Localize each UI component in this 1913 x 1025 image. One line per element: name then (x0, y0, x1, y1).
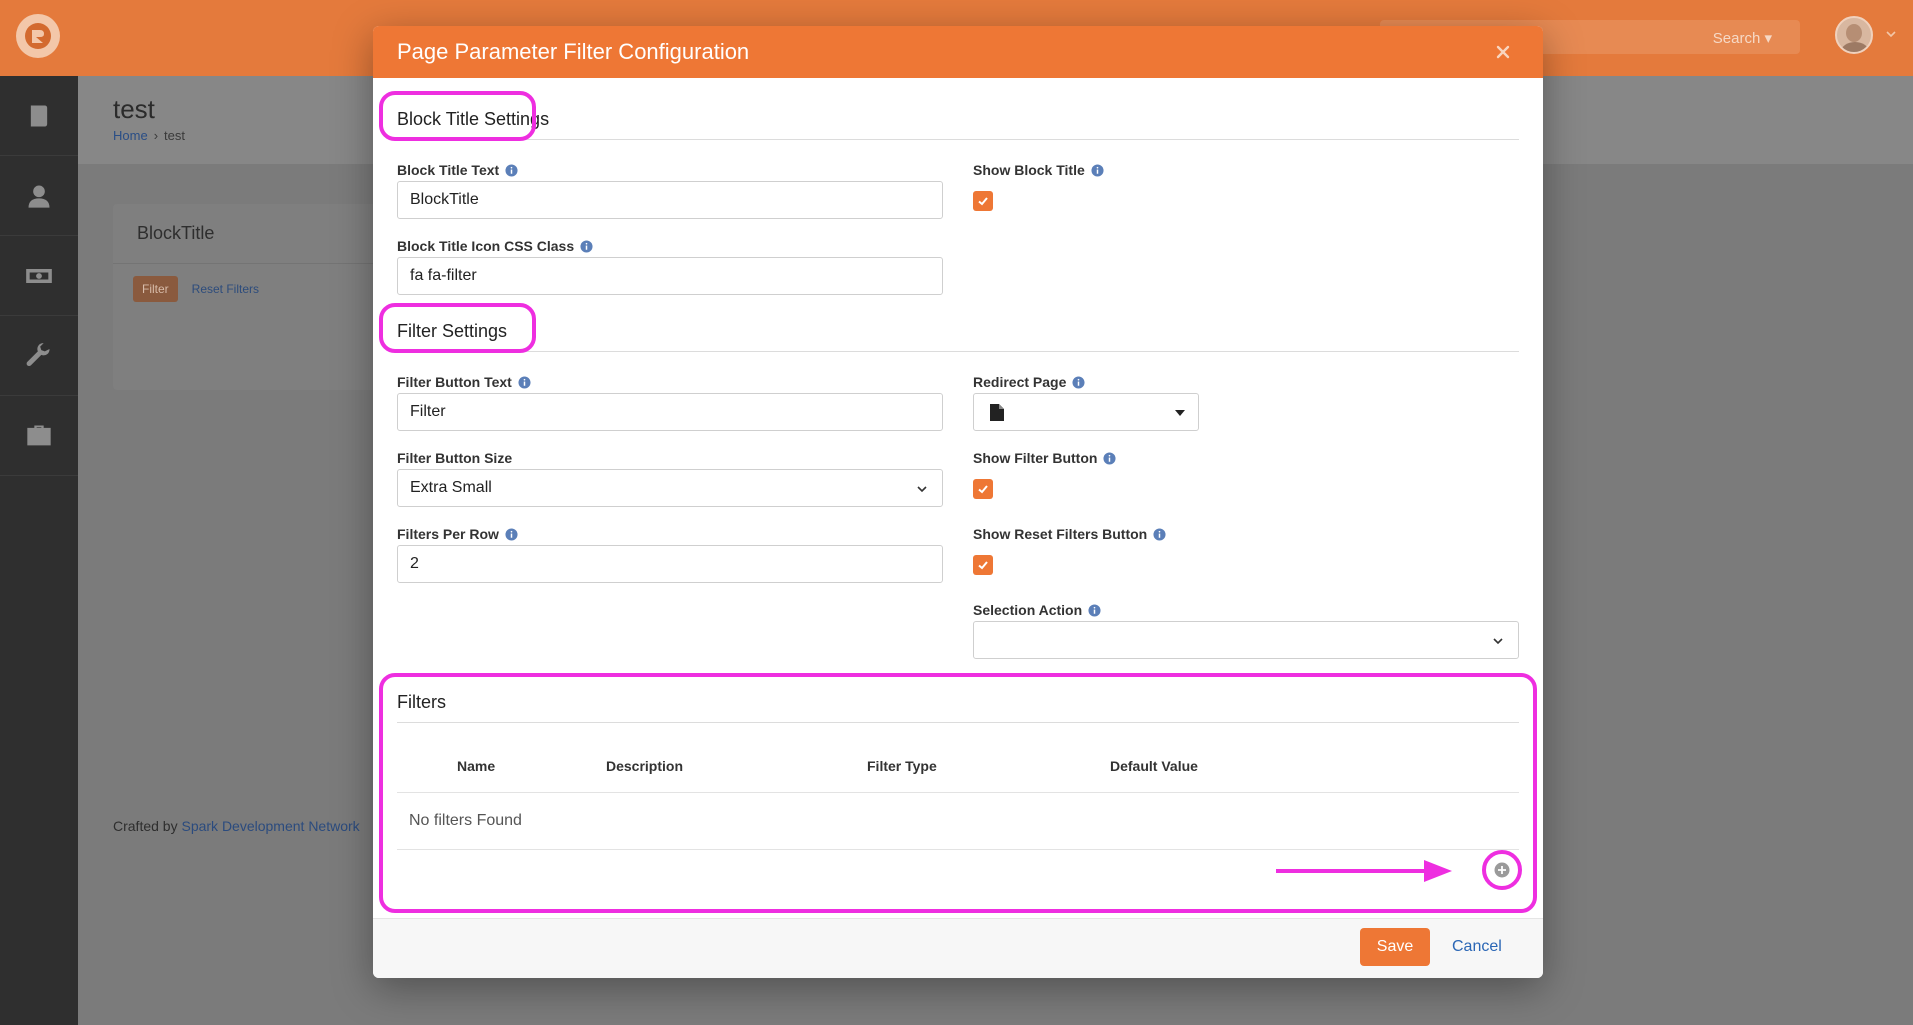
info-icon[interactable] (505, 527, 518, 541)
search-dropdown-label[interactable]: Search (1713, 29, 1772, 47)
block-title-settings-heading: Block Title Settings (397, 109, 550, 129)
show-filter-button-checkbox[interactable] (973, 479, 993, 499)
money-icon (26, 268, 52, 283)
filters-heading: Filters (397, 692, 446, 712)
footer-credit: Crafted by Spark Development Network (113, 818, 360, 834)
info-icon[interactable] (580, 239, 593, 253)
info-icon[interactable] (1091, 163, 1104, 177)
selection-action-select[interactable] (973, 621, 1519, 659)
bg-reset-filters-link[interactable]: Reset Filters (192, 282, 259, 296)
save-button[interactable]: Save (1360, 928, 1430, 966)
column-header-filter-type[interactable]: Filter Type (867, 758, 937, 774)
filters-per-row-input[interactable] (397, 545, 943, 583)
config-modal: Page Parameter Filter Configuration Bloc… (373, 26, 1543, 978)
book-icon (30, 105, 48, 126)
footer-link[interactable]: Spark Development Network (181, 818, 359, 834)
show-filter-button-label: Show Filter Button (973, 450, 1116, 466)
filter-settings-heading: Filter Settings (397, 321, 508, 341)
sidebar-item-content[interactable] (0, 76, 78, 156)
filters-per-row-label: Filters Per Row (397, 526, 518, 542)
cancel-button[interactable]: Cancel (1452, 938, 1502, 956)
arrow-icon (1276, 860, 1452, 882)
divider (397, 139, 1519, 140)
info-icon[interactable] (1153, 527, 1166, 541)
modal-body: Block Title Settings Block Title Text Bl… (373, 78, 1543, 918)
rock-logo-icon[interactable] (16, 14, 60, 58)
modal-header: Page Parameter Filter Configuration (373, 26, 1543, 78)
breadcrumb-current: test (164, 128, 185, 143)
divider (397, 351, 1519, 352)
filter-button-text-label: Filter Button Text (397, 374, 531, 390)
file-icon (990, 404, 1004, 421)
block-title-icon-css-input[interactable] (397, 257, 943, 295)
chevron-down-icon (1493, 638, 1503, 645)
column-header-description[interactable]: Description (606, 758, 683, 774)
page-title: test (113, 94, 155, 124)
filter-button-text-input[interactable] (397, 393, 943, 431)
close-icon[interactable] (1491, 40, 1515, 64)
check-icon (978, 197, 988, 206)
show-block-title-checkbox[interactable] (973, 191, 993, 211)
chevron-down-icon[interactable] (1885, 28, 1897, 40)
block-title-icon-css-label: Block Title Icon CSS Class (397, 238, 593, 254)
breadcrumb: Home › test (113, 128, 185, 143)
modal-title: Page Parameter Filter Configuration (397, 39, 750, 64)
block-title-text-label: Block Title Text (397, 162, 518, 178)
bg-filter-button[interactable]: Filter (133, 276, 178, 302)
check-icon (978, 485, 988, 494)
callout-filters-section (379, 673, 1537, 913)
show-reset-filters-label: Show Reset Filters Button (973, 526, 1166, 542)
show-reset-filters-checkbox[interactable] (973, 555, 993, 575)
chevron-down-icon (917, 486, 927, 493)
show-block-title-label: Show Block Title (973, 162, 1104, 178)
column-header-name[interactable]: Name (457, 758, 495, 774)
table-divider (397, 849, 1519, 850)
block-title-text-input[interactable] (397, 181, 943, 219)
info-icon[interactable] (1072, 375, 1085, 389)
filter-button-size-value: Extra Small (410, 479, 492, 496)
caret-down-icon (1175, 410, 1185, 416)
filter-button-size-label: Filter Button Size (397, 450, 513, 466)
sidebar-item-admin-tools[interactable] (0, 316, 78, 396)
avatar[interactable] (1835, 16, 1873, 54)
filter-button-size-select[interactable]: Extra Small (397, 469, 943, 507)
empty-table-message: No filters Found (409, 812, 522, 829)
divider (397, 722, 1519, 723)
breadcrumb-home[interactable]: Home (113, 128, 148, 143)
info-icon[interactable] (518, 375, 531, 389)
sidebar-item-finance[interactable] (0, 236, 78, 316)
table-divider (397, 792, 1519, 793)
info-icon[interactable] (1103, 451, 1116, 465)
sidebar-item-people[interactable] (0, 156, 78, 236)
sidebar (0, 76, 78, 1025)
briefcase-icon (27, 425, 51, 445)
add-circle-icon[interactable] (1494, 862, 1510, 878)
info-icon[interactable] (505, 163, 518, 177)
wrench-icon (26, 342, 50, 366)
sidebar-item-tools[interactable] (0, 396, 78, 476)
check-icon (978, 561, 988, 570)
redirect-page-label: Redirect Page (973, 374, 1085, 390)
footer-prefix: Crafted by (113, 818, 178, 834)
user-icon (28, 185, 50, 208)
selection-action-label: Selection Action (973, 602, 1101, 618)
redirect-page-picker[interactable] (973, 393, 1199, 431)
info-icon[interactable] (1088, 603, 1101, 617)
column-header-default-value[interactable]: Default Value (1110, 758, 1198, 774)
